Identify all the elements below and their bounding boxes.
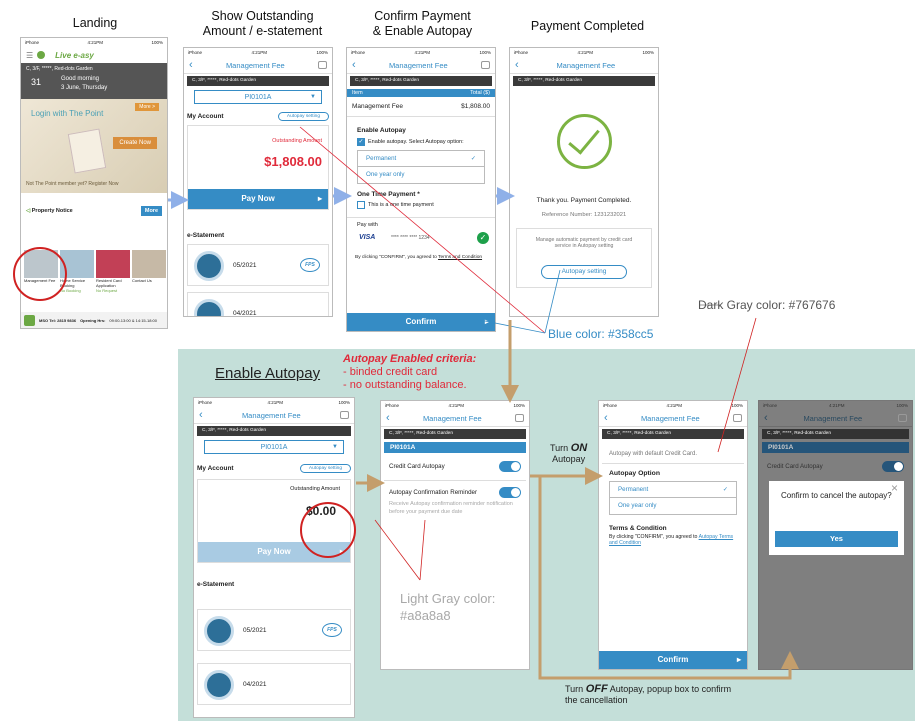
autopay-setting-button[interactable]: Autopay setting (541, 265, 627, 279)
megaphone-icon: ◁ (26, 208, 31, 214)
inbox-icon[interactable] (340, 411, 349, 419)
close-icon[interactable]: × (891, 481, 898, 495)
app-logo: Live e-asy (55, 50, 94, 60)
statement-icon (204, 670, 234, 700)
chevron-down-icon: ▼ (332, 444, 338, 450)
option-permanent[interactable]: Permanent ✓ (357, 150, 485, 167)
visa-logo: VISA (359, 234, 376, 241)
create-button[interactable]: Create Now (113, 137, 157, 149)
section-title: Enable Autopay (215, 365, 321, 382)
back-icon[interactable]: ‹ (199, 409, 203, 421)
yes-button[interactable]: Yes (775, 531, 898, 547)
credit-card-autopay-toggle[interactable] (499, 461, 521, 472)
address-bar: C, 3/F, *****, Red-dots Garden (187, 76, 329, 86)
address-bar: C, 3/F, *****, Red-dots Garden (513, 76, 655, 86)
landing-footer: MSO Tel: 2815 9836 Opening Hrs: 09:00-13… (21, 312, 167, 328)
tile-contact-us[interactable]: Contact Us (132, 250, 166, 306)
confirm-button[interactable]: Confirm ▸ (599, 651, 747, 669)
back-icon[interactable]: ‹ (189, 59, 193, 71)
light-gray-note: Light Gray color: #a8a8a8 (400, 591, 496, 623)
autopay-settings-phone: iPhone 4:21PM 100% ‹ Management Fee C, 3/F,… (380, 400, 530, 670)
notice-more-button[interactable]: More (140, 206, 162, 216)
unit-select[interactable]: PI0101A ▼ (204, 440, 344, 454)
back-icon[interactable]: ‹ (352, 59, 356, 71)
title-outstanding: Show Outstanding Amount / e-statement (202, 9, 323, 38)
estatement-row[interactable]: 05/2021 FPS (197, 609, 351, 651)
address-bar: C, 3/F, *****, Red-dots Garden (762, 429, 909, 439)
turn-off-note: Turn OFF Autopay, popup box to confirm t… (565, 683, 732, 706)
cancel-autopay-dialog: × Confirm to cancel the autopay? Yes (769, 481, 904, 555)
address-bar: C, 3/F, *****, Red-dots Garden (350, 76, 492, 86)
estatement-row[interactable]: 05/2021 FPS (187, 244, 329, 286)
zero-amount-circle (300, 502, 356, 558)
cancel-popup-phone: iPhone 4:21PM 100% ‹ Management Fee C, 3/F,… (758, 400, 913, 670)
outstanding-phone: iPhone 4:21PM 100% ‹ Management Fee C, 3/F,… (183, 47, 333, 317)
statement-icon (204, 616, 234, 646)
welcome-banner: C, 3/F, *****, Red-dots Garden 31 Good m… (21, 63, 167, 99)
fps-icon: FPS (322, 623, 342, 637)
title-confirm: Confirm Payment & Enable Autopay (372, 9, 473, 38)
autopay-option-phone: iPhone 4:21PM 100% ‹ Management Fee C, 3/F,… (598, 400, 748, 670)
inbox-icon[interactable] (318, 61, 327, 69)
statement-icon (194, 251, 224, 281)
address-bar: C, 3/F, *****, Red-dots Garden (384, 429, 526, 439)
option-one-year[interactable]: One year only (357, 167, 485, 184)
inbox-icon (898, 414, 907, 422)
statement-icon (194, 299, 224, 316)
confirm-button[interactable]: Confirm ▸ (347, 313, 495, 331)
address-bar: C, 3/F, *****, Red-dots Garden (602, 429, 744, 439)
title-completed: Payment Completed (530, 19, 645, 33)
pay-now-button[interactable]: Pay Now ▸ (188, 189, 328, 209)
inbox-icon[interactable] (515, 414, 524, 422)
card-selected-icon[interactable]: ✓ (477, 232, 489, 244)
back-icon[interactable]: ‹ (386, 412, 390, 424)
back-icon[interactable]: ‹ (515, 59, 519, 71)
confirm-phone: iPhone 4:21PM 100% ‹ Management Fee C, 3/F,… (346, 47, 496, 332)
dark-gray-note: Dark Gray color: #767676 (698, 298, 836, 312)
tile-resident-card[interactable]: Resident Card Application No Request (96, 250, 130, 306)
credit-card-autopay-toggle (882, 461, 904, 472)
option-permanent[interactable]: Permanent ✓ (609, 481, 737, 498)
blue-note: Blue color: #358cc5 (548, 327, 654, 341)
title-landing: Landing (72, 16, 118, 30)
completed-phone: iPhone 4:21PM 100% ‹ Management Fee C, 3/F,… (509, 47, 659, 317)
points-icon (37, 51, 46, 59)
property-notice[interactable]: ◁ Property Notice More (21, 201, 167, 221)
inbox-icon[interactable] (733, 414, 742, 422)
more-button[interactable]: More > (135, 103, 159, 111)
autopay-setting-button[interactable]: Autopay setting (277, 112, 329, 121)
phone-icon[interactable] (24, 314, 35, 326)
fps-icon: FPS (300, 258, 320, 272)
back-icon[interactable]: ‹ (604, 412, 608, 424)
autopay-setting-button[interactable]: Autopay setting (299, 464, 351, 473)
terms-link[interactable]: Terms and Condition (438, 255, 482, 260)
address-bar: C, 3/F, *****, Red-dots Garden (197, 426, 351, 436)
enable-autopay-checkbox[interactable]: ✓ (357, 138, 365, 146)
estatement-row[interactable]: 04/2021 (197, 663, 351, 705)
card-image (67, 128, 107, 174)
unit-select[interactable]: PI0101A ▼ (194, 90, 322, 104)
back-icon: ‹ (764, 412, 768, 424)
criteria-note: Autopay Enabled criteria: - binded credi… (343, 353, 477, 391)
one-time-checkbox[interactable] (357, 201, 365, 209)
chevron-down-icon: ▼ (310, 94, 316, 100)
highlight-circle (13, 247, 67, 301)
estatement-row[interactable]: 04/2021 (187, 292, 329, 316)
success-check-icon (556, 114, 612, 169)
inbox-icon[interactable] (481, 61, 490, 69)
menu-icon[interactable]: ☰ (26, 51, 33, 60)
option-one-year[interactable]: One year only (609, 498, 737, 515)
the-point-banner[interactable]: Login with The Point More > Create Now N… (21, 99, 167, 193)
reminder-toggle[interactable] (499, 487, 521, 498)
check-icon: ✓ (470, 155, 476, 162)
check-icon: ✓ (722, 486, 728, 493)
turn-on-note: Turn ON Autopay (550, 442, 588, 465)
